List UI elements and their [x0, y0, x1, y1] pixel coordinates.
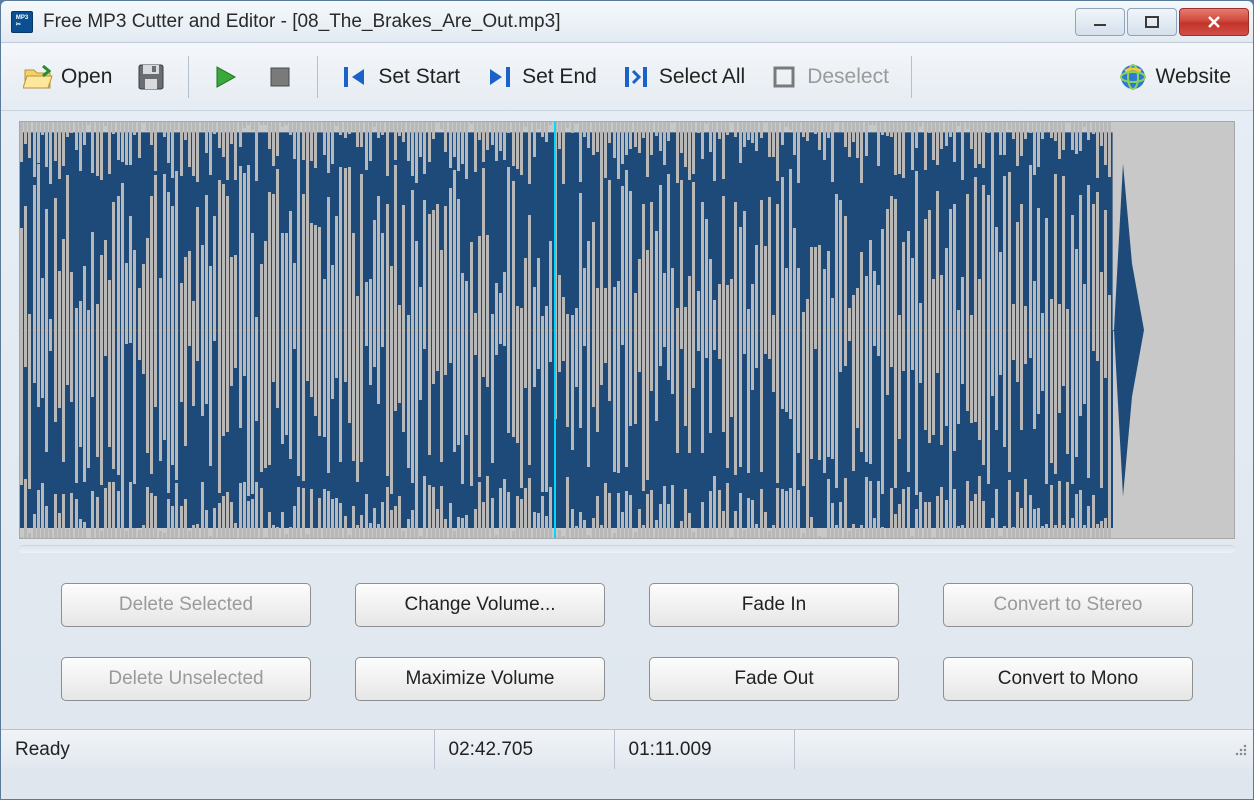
- convert-mono-button[interactable]: Convert to Mono: [943, 657, 1193, 701]
- delete-unselected-button[interactable]: Delete Unselected: [61, 657, 311, 701]
- play-icon: [211, 62, 241, 92]
- set-end-label: Set End: [522, 65, 597, 89]
- convert-stereo-button[interactable]: Convert to Stereo: [943, 583, 1193, 627]
- statusbar: Ready 02:42.705 01:11.009: [1, 729, 1253, 769]
- toolbar: Open Set Start: [1, 43, 1253, 111]
- resize-grip[interactable]: [1227, 738, 1253, 762]
- app-icon: MP3✂: [11, 11, 33, 33]
- set-start-button[interactable]: Set Start: [332, 56, 468, 98]
- folder-open-icon: [23, 62, 53, 92]
- floppy-disk-icon: [136, 62, 166, 92]
- select-all-label: Select All: [659, 65, 745, 89]
- status-time-total: 02:42.705: [435, 730, 615, 769]
- action-buttons: Delete Selected Change Volume... Fade In…: [1, 569, 1253, 729]
- stop-icon: [265, 62, 295, 92]
- play-button[interactable]: [203, 56, 249, 98]
- waveform-tail: [1114, 122, 1234, 538]
- select-all-button[interactable]: Select All: [613, 56, 753, 98]
- minimize-button[interactable]: [1075, 8, 1125, 36]
- toolbar-separator: [911, 56, 912, 98]
- status-time-current: 01:11.009: [615, 730, 795, 769]
- toolbar-separator: [188, 56, 189, 98]
- set-start-icon: [340, 62, 370, 92]
- window-controls: [1075, 8, 1249, 36]
- set-end-icon: [484, 62, 514, 92]
- open-button[interactable]: Open: [15, 56, 120, 98]
- deselect-button[interactable]: Deselect: [761, 56, 897, 98]
- deselect-label: Deselect: [807, 65, 889, 89]
- set-start-label: Set Start: [378, 65, 460, 89]
- set-end-button[interactable]: Set End: [476, 56, 605, 98]
- select-all-icon: [621, 62, 651, 92]
- horizontal-scrollbar[interactable]: [19, 545, 1235, 553]
- playhead-cursor[interactable]: [554, 122, 556, 538]
- app-window: MP3✂ Free MP3 Cutter and Editor - [08_Th…: [0, 0, 1254, 800]
- open-label: Open: [61, 65, 112, 89]
- maximize-button[interactable]: [1127, 8, 1177, 36]
- status-spacer: [795, 730, 1228, 769]
- save-button[interactable]: [128, 56, 174, 98]
- website-button[interactable]: Website: [1110, 56, 1239, 98]
- close-button[interactable]: [1179, 8, 1249, 36]
- toolbar-separator: [317, 56, 318, 98]
- fade-in-button[interactable]: Fade In: [649, 583, 899, 627]
- stop-button[interactable]: [257, 56, 303, 98]
- window-title: Free MP3 Cutter and Editor - [08_The_Bra…: [43, 11, 1075, 33]
- fade-out-button[interactable]: Fade Out: [649, 657, 899, 701]
- waveform-display[interactable]: [19, 121, 1235, 539]
- deselect-icon: [769, 62, 799, 92]
- globe-icon: [1118, 62, 1148, 92]
- delete-selected-button[interactable]: Delete Selected: [61, 583, 311, 627]
- maximize-volume-button[interactable]: Maximize Volume: [355, 657, 605, 701]
- website-label: Website: [1156, 65, 1231, 89]
- status-state: Ready: [1, 730, 435, 769]
- titlebar[interactable]: MP3✂ Free MP3 Cutter and Editor - [08_Th…: [1, 1, 1253, 43]
- change-volume-button[interactable]: Change Volume...: [355, 583, 605, 627]
